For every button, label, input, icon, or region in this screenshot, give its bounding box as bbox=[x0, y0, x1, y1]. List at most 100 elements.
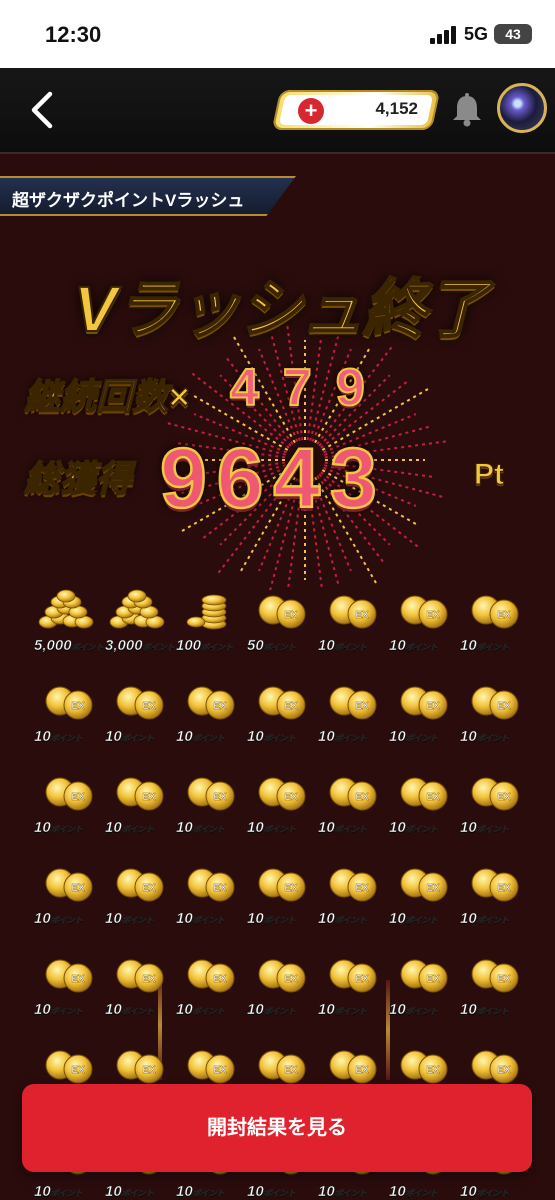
ex-coin-icon: EX bbox=[258, 777, 306, 811]
prize-unit: ポイント bbox=[71, 643, 104, 653]
prize-item: EX 10ポイント bbox=[105, 952, 169, 1018]
svg-text:EX: EX bbox=[426, 792, 440, 803]
prize-value: 10ポイント bbox=[34, 819, 83, 837]
ex-coin-icon: EX bbox=[329, 686, 377, 720]
svg-text:EX: EX bbox=[497, 883, 511, 894]
svg-text:EX: EX bbox=[213, 701, 227, 712]
prize-item: EX 10ポイント bbox=[176, 770, 240, 836]
prize-value: 10ポイント bbox=[460, 1001, 509, 1019]
prize-unit: ポイント bbox=[405, 916, 438, 926]
prize-unit: ポイント bbox=[476, 825, 509, 835]
ex-coin-icon: EX bbox=[116, 777, 164, 811]
prize-item: EX 10ポイント bbox=[318, 861, 382, 927]
svg-text:EX: EX bbox=[426, 883, 440, 894]
ex-coin-icon: EX bbox=[329, 777, 377, 811]
prize-unit: ポイント bbox=[142, 643, 175, 653]
prize-item: EX 10ポイント bbox=[34, 770, 98, 836]
user-avatar[interactable] bbox=[497, 83, 547, 133]
coin-pile-icon bbox=[38, 589, 94, 629]
app-header: + 4,152 bbox=[0, 68, 555, 154]
prize-unit: ポイント bbox=[192, 1189, 225, 1199]
svg-text:EX: EX bbox=[213, 974, 227, 985]
view-results-button[interactable]: 開封結果を見る bbox=[22, 1084, 532, 1172]
prize-item: EX 10ポイント bbox=[318, 952, 382, 1018]
add-points-icon[interactable]: + bbox=[298, 98, 324, 124]
notification-bell-icon[interactable] bbox=[447, 90, 487, 130]
prize-unit: ポイント bbox=[476, 1007, 509, 1017]
streak-value: 479 bbox=[229, 358, 389, 418]
ex-coin-icon: EX bbox=[400, 959, 448, 993]
svg-text:EX: EX bbox=[426, 701, 440, 712]
prize-unit: ポイント bbox=[50, 825, 83, 835]
back-arrow-icon[interactable] bbox=[22, 86, 62, 134]
prize-value: 10ポイント bbox=[389, 1183, 438, 1200]
prize-unit: ポイント bbox=[121, 734, 154, 744]
prize-value: 10ポイント bbox=[247, 1183, 296, 1200]
ex-coin-icon: EX bbox=[45, 868, 93, 902]
prize-item: EX 10ポイント bbox=[460, 770, 524, 836]
svg-text:EX: EX bbox=[497, 974, 511, 985]
prize-item: EX 10ポイント bbox=[318, 770, 382, 836]
prize-item: EX 10ポイント bbox=[460, 679, 524, 745]
prize-unit: ポイント bbox=[192, 734, 225, 744]
prize-unit: ポイント bbox=[263, 825, 296, 835]
svg-text:EX: EX bbox=[355, 792, 369, 803]
prize-unit: ポイント bbox=[263, 1189, 296, 1199]
status-bar: 12:30 5G 43 bbox=[0, 0, 555, 68]
prize-item: EX 10ポイント bbox=[460, 952, 524, 1018]
prize-unit: ポイント bbox=[50, 1007, 83, 1017]
total-unit: Pt bbox=[474, 458, 505, 492]
prize-unit: ポイント bbox=[476, 734, 509, 744]
prize-item: EX 10ポイント bbox=[389, 770, 453, 836]
prize-value: 10ポイント bbox=[318, 637, 367, 655]
ex-coin-icon: EX bbox=[471, 595, 519, 629]
prize-unit: ポイント bbox=[334, 825, 367, 835]
prize-item: EX 10ポイント bbox=[247, 952, 311, 1018]
prize-value: 10ポイント bbox=[34, 728, 83, 746]
svg-text:EX: EX bbox=[142, 883, 156, 894]
prize-unit: ポイント bbox=[334, 643, 367, 653]
prize-unit: ポイント bbox=[263, 734, 296, 744]
prize-item: EX 10ポイント bbox=[389, 679, 453, 745]
ex-coin-icon: EX bbox=[471, 868, 519, 902]
prize-value: 10ポイント bbox=[389, 910, 438, 928]
ex-coin-icon: EX bbox=[116, 686, 164, 720]
ex-coin-icon: EX bbox=[45, 777, 93, 811]
signal-icon bbox=[430, 26, 458, 44]
prize-item: EX 10ポイント bbox=[34, 861, 98, 927]
svg-text:EX: EX bbox=[284, 610, 298, 621]
prize-unit: ポイント bbox=[192, 1007, 225, 1017]
svg-text:EX: EX bbox=[142, 974, 156, 985]
prize-item: EX 50ポイント bbox=[247, 588, 311, 654]
campaign-title: 超ザクザクポイントVラッシュ bbox=[12, 191, 245, 210]
points-balance: 4,152 bbox=[375, 99, 418, 118]
prize-item: EX 10ポイント bbox=[176, 679, 240, 745]
svg-text:EX: EX bbox=[284, 701, 298, 712]
prize-item: EX 10ポイント bbox=[105, 679, 169, 745]
svg-text:EX: EX bbox=[71, 1065, 85, 1076]
prize-value: 10ポイント bbox=[389, 1001, 438, 1019]
prize-unit: ポイント bbox=[50, 1189, 83, 1199]
svg-text:EX: EX bbox=[213, 883, 227, 894]
prize-unit: ポイント bbox=[263, 916, 296, 926]
prize-unit: ポイント bbox=[476, 1189, 509, 1199]
prize-value: 10ポイント bbox=[34, 1183, 83, 1200]
prize-item: EX 10ポイント bbox=[105, 770, 169, 836]
svg-text:EX: EX bbox=[284, 792, 298, 803]
prize-value: 10ポイント bbox=[247, 1001, 296, 1019]
prize-value: 10ポイント bbox=[176, 1183, 225, 1200]
prize-value: 10ポイント bbox=[105, 910, 154, 928]
svg-text:EX: EX bbox=[497, 792, 511, 803]
prize-unit: ポイント bbox=[334, 1189, 367, 1199]
prize-item: EX 10ポイント bbox=[176, 861, 240, 927]
prize-item: 5,000ポイント bbox=[34, 588, 104, 654]
prize-value: 10ポイント bbox=[247, 910, 296, 928]
prize-item: EX 10ポイント bbox=[247, 861, 311, 927]
svg-text:EX: EX bbox=[71, 792, 85, 803]
prize-unit: ポイント bbox=[263, 643, 296, 653]
ex-coin-icon: EX bbox=[258, 959, 306, 993]
prize-item: EX 10ポイント bbox=[460, 861, 524, 927]
prize-value: 10ポイント bbox=[389, 637, 438, 655]
svg-text:EX: EX bbox=[426, 610, 440, 621]
prize-item: 100ポイント bbox=[176, 588, 240, 654]
